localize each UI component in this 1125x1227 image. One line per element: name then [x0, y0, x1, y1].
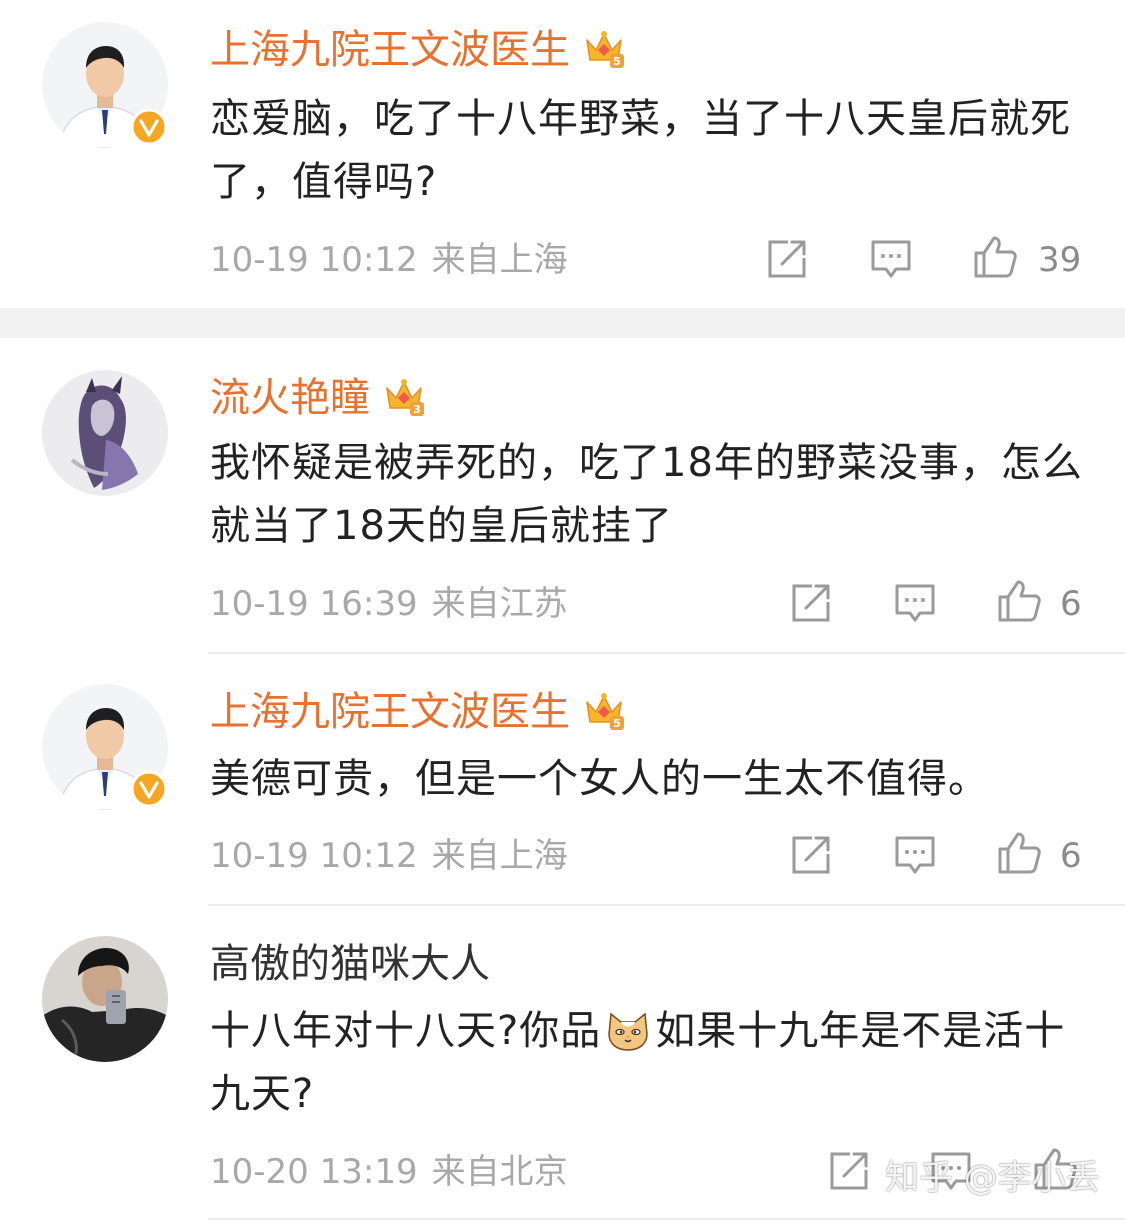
like-count: 6 [1060, 836, 1082, 876]
avatar[interactable] [42, 684, 168, 810]
comment-text: 十八年对十八天?你品 如果十九年是不是活十九天? [210, 1000, 1090, 1126]
repost-icon[interactable] [764, 236, 810, 282]
like-icon[interactable] [996, 830, 1042, 876]
comment-text: 我怀疑是被弄死的，吃了18年的野菜没事，怎么就当了18天的皇后就挂了 [210, 440, 1083, 549]
like-count: 39 [1038, 240, 1082, 280]
comment-location: 来自上海 [431, 836, 568, 876]
section-divider [0, 308, 1125, 338]
watermark: 知乎 @李小丢 [885, 1158, 1100, 1198]
username[interactable]: 上海九院王文波医生 5 [210, 26, 626, 74]
username-text[interactable]: 上海九院王文波医生 [210, 689, 570, 735]
user-level-badge: 5 [613, 717, 621, 730]
comment-date: 10-20 13:19 [210, 1152, 418, 1192]
like-icon[interactable] [972, 234, 1018, 280]
comment-icon[interactable] [892, 832, 938, 878]
crown-icon: 5 [586, 31, 624, 68]
avatar[interactable] [42, 22, 168, 148]
comment-meta: 10-19 10:12 来自上海 [210, 836, 582, 876]
comment-divider [208, 1218, 1125, 1220]
comment-icon[interactable] [892, 580, 938, 626]
verified-icon [130, 770, 168, 808]
comment-location: 来自北京 [431, 1152, 568, 1192]
username-text[interactable]: 上海九院王文波医生 [210, 27, 570, 73]
comment-list: 上海九院王文波医生 5 恋爱脑，吃了十八年野菜，当了十八天皇后就死了，值得吗? … [0, 0, 1125, 1227]
repost-icon[interactable] [788, 832, 834, 878]
comment-icon[interactable] [868, 236, 914, 282]
comment-location: 来自江苏 [431, 584, 568, 624]
like-count: 6 [1060, 584, 1082, 624]
comment-date: 10-19 10:12 [210, 836, 418, 876]
user-avatar-image [42, 936, 168, 1062]
comment-date: 10-19 10:12 [210, 240, 418, 280]
anime-avatar-image [42, 370, 168, 496]
user-level-badge: 5 [613, 55, 621, 68]
avatar[interactable] [42, 370, 168, 496]
username-text[interactable]: 流火艳瞳 [210, 375, 370, 421]
user-level-badge: 3 [413, 403, 421, 416]
comment-meta: 10-20 13:19 来自北京 [210, 1152, 582, 1192]
username[interactable]: 高傲的猫咪大人 [210, 940, 490, 988]
comment-date: 10-19 16:39 [210, 584, 418, 624]
repost-icon[interactable] [788, 580, 834, 626]
avatar[interactable] [42, 936, 168, 1062]
crown-icon: 5 [586, 693, 624, 730]
comment-meta: 10-19 16:39 来自江苏 [210, 584, 582, 624]
repost-icon[interactable] [826, 1148, 872, 1194]
comment-text: 恋爱脑，吃了十八年野菜，当了十八天皇后就死了，值得吗? [210, 96, 1071, 205]
username[interactable]: 流火艳瞳 3 [210, 374, 426, 422]
like-icon[interactable] [996, 578, 1042, 624]
comment-text-part: 十八年对十八天?你品 [210, 1008, 602, 1054]
username[interactable]: 上海九院王文波医生 5 [210, 688, 626, 736]
comment-divider [208, 652, 1125, 654]
cat-emoji [608, 1012, 648, 1051]
comment-meta: 10-19 10:12 来自上海 [210, 240, 582, 280]
crown-icon: 3 [386, 379, 424, 416]
comment-text: 美德可贵，但是一个女人的一生太不值得。 [210, 756, 989, 802]
verified-icon [130, 108, 168, 146]
username-text[interactable]: 高傲的猫咪大人 [210, 941, 490, 987]
comment-divider [208, 904, 1125, 906]
comment-location: 来自上海 [431, 240, 568, 280]
